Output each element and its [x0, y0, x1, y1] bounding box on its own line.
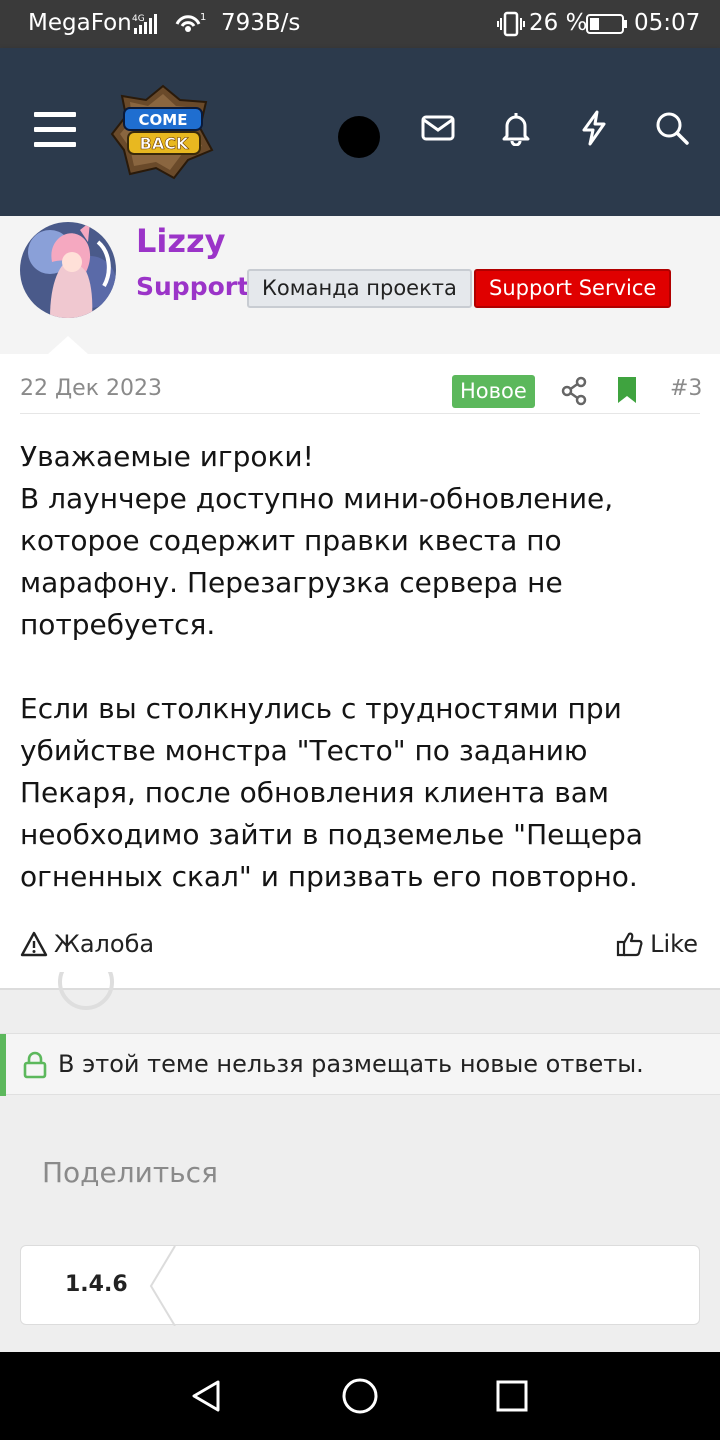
clock: 05:07: [634, 10, 701, 36]
post-body: Уважаемые игроки! В лаунчере доступно ми…: [20, 436, 710, 898]
search-icon[interactable]: [654, 110, 690, 146]
battery-icon: [586, 14, 627, 34]
bell-icon[interactable]: [498, 110, 534, 146]
home-icon[interactable]: [340, 1376, 380, 1416]
share-heading: Поделиться: [42, 1156, 218, 1189]
share-icon[interactable]: [560, 376, 588, 406]
post-divider: [20, 413, 700, 414]
svg-text:COME: COME: [139, 111, 188, 129]
network-speed: 793B/s: [221, 10, 301, 36]
support-service-tag: Support Service: [474, 269, 672, 308]
wifi-label: 1: [200, 12, 206, 23]
warning-icon: [20, 931, 48, 957]
loading-spinner: [58, 972, 114, 1012]
author-name[interactable]: Lizzy: [136, 222, 225, 260]
network-type-label: 4G: [132, 14, 145, 24]
vibrate-icon: [497, 11, 525, 37]
post-paragraph: Если вы столкнулись с трудностями при уб…: [20, 692, 643, 893]
battery-percent: 26 %: [529, 10, 588, 36]
menu-icon[interactable]: [34, 112, 76, 148]
carrier-label: MegaFon: [28, 10, 132, 36]
status-bar: MegaFon 4G 1 793B/s 26 % 05:07: [0, 0, 720, 48]
bookmark-icon[interactable]: [616, 376, 638, 404]
locked-notice: В этой теме нельзя размещать новые ответ…: [0, 1033, 720, 1096]
thumbs-up-icon: [617, 932, 643, 957]
crumb-separator-icon: [149, 1246, 176, 1326]
post-number[interactable]: #3: [670, 376, 702, 401]
site-logo[interactable]: COME BACK: [108, 82, 218, 182]
locked-notice-text: В этой теме нельзя размещать новые ответ…: [58, 1050, 644, 1078]
report-label: Жалоба: [54, 930, 155, 958]
report-button[interactable]: Жалоба: [20, 926, 154, 962]
lock-icon: [23, 1051, 47, 1079]
post-card: 22 Дек 2023 Новое #3 Уважаемые игроки! В…: [0, 354, 720, 990]
lightning-icon[interactable]: [576, 110, 612, 146]
avatar-icon[interactable]: [338, 116, 380, 158]
site-header: COME BACK: [0, 48, 720, 216]
new-badge: Новое: [452, 375, 535, 408]
author-avatar[interactable]: [20, 222, 116, 318]
notice-accent-bar: [0, 1034, 6, 1096]
signal-icon: 4G: [132, 14, 157, 34]
mail-icon[interactable]: [420, 110, 456, 146]
system-nav-bar: [0, 1352, 720, 1440]
post-date[interactable]: 22 Дек 2023: [20, 376, 162, 401]
like-button[interactable]: Like: [616, 926, 698, 962]
team-tag: Команда проекта: [247, 269, 472, 308]
recents-icon[interactable]: [492, 1376, 532, 1416]
author-block: Lizzy Support Команда проекта Support Se…: [0, 216, 720, 354]
like-label: Like: [650, 930, 698, 958]
back-icon[interactable]: [186, 1376, 226, 1416]
version-crumb[interactable]: 1.4.6: [65, 1272, 128, 1297]
author-role: Support: [136, 272, 250, 301]
post-pointer: [48, 336, 88, 354]
post-paragraph: Уважаемые игроки! В лаунчере доступно ми…: [20, 440, 614, 641]
svg-text:BACK: BACK: [140, 134, 189, 153]
wifi-icon: 1: [175, 12, 206, 32]
breadcrumb: 1.4.6: [20, 1245, 700, 1326]
